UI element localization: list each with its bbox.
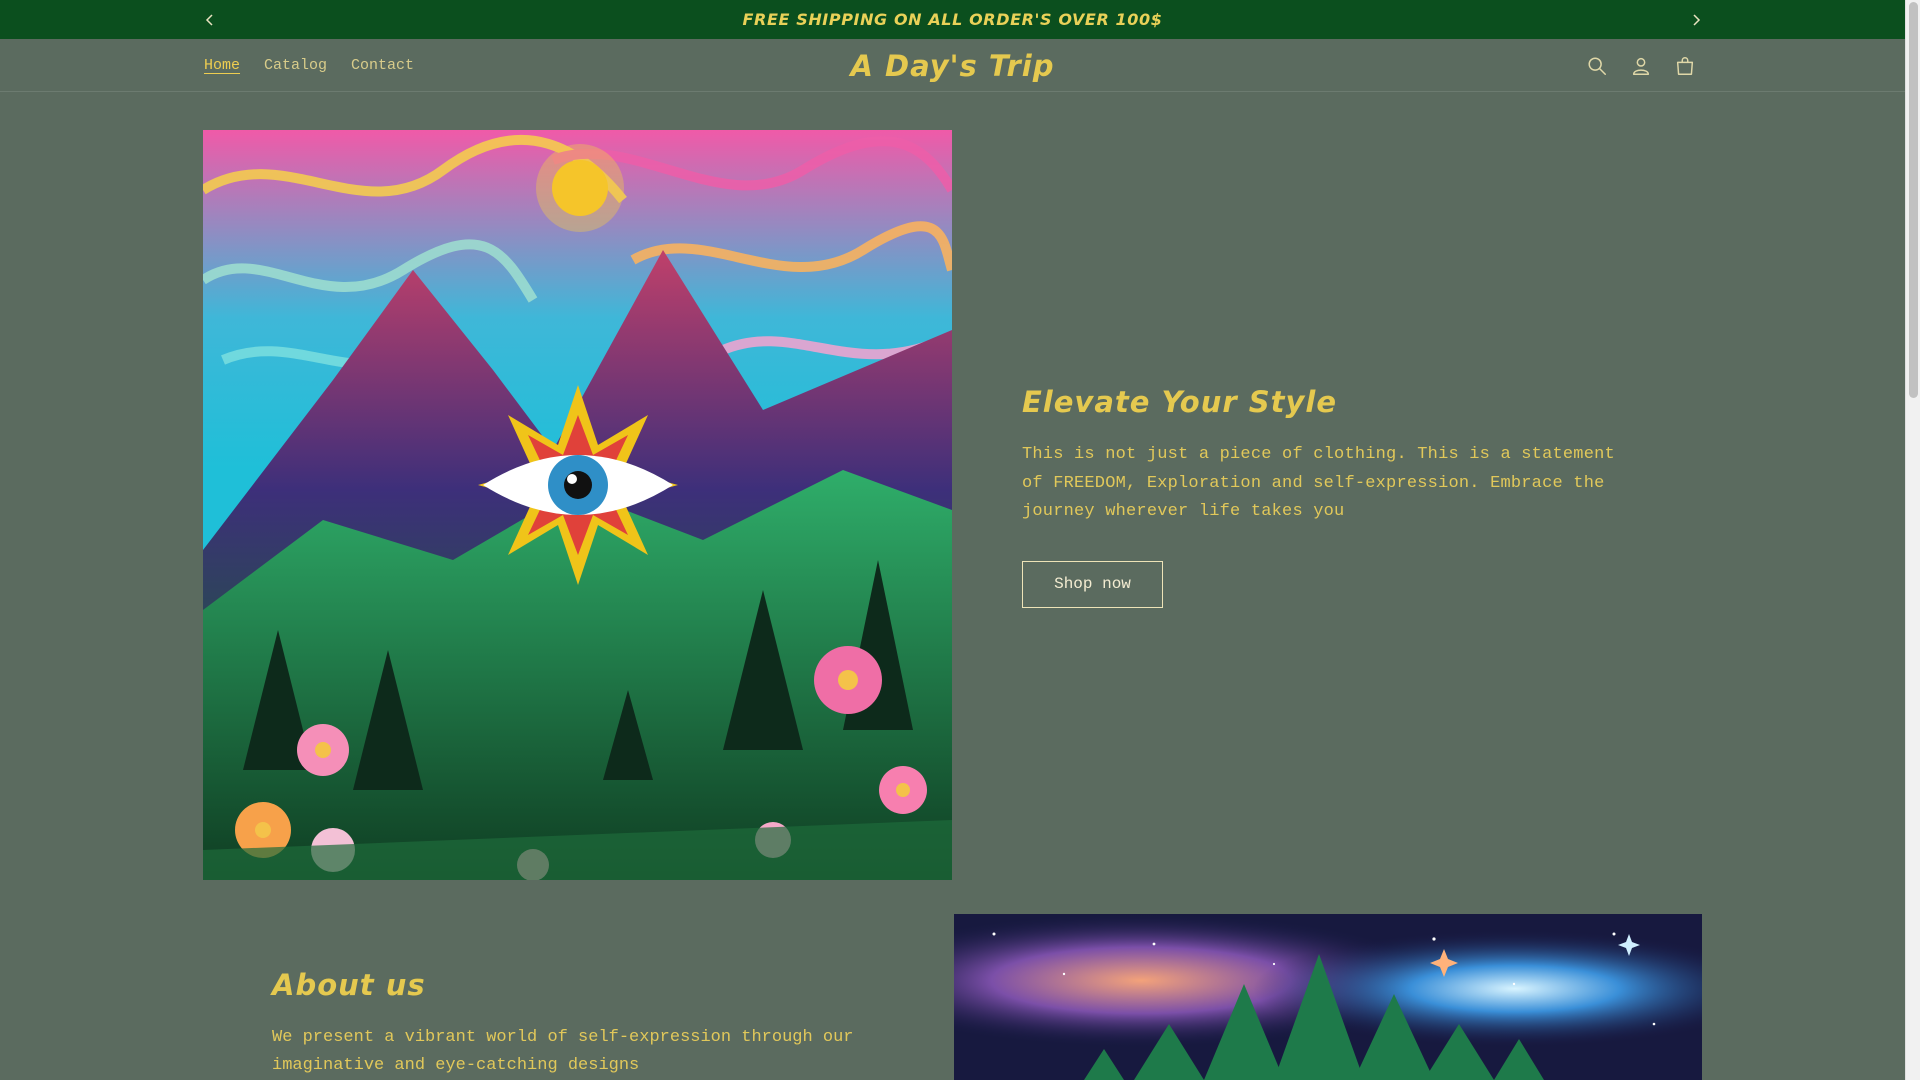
- account-button[interactable]: [1619, 44, 1663, 88]
- nav-catalog[interactable]: Catalog: [252, 57, 339, 74]
- site-logo[interactable]: A Day's Trip: [850, 49, 1054, 83]
- announcement-bar: FREE SHIPPING ON ALL ORDER'S OVER 100$: [0, 0, 1905, 39]
- about-image: [954, 914, 1702, 1080]
- announcement-prev-button[interactable]: [195, 0, 225, 39]
- hero-title: Elevate Your Style: [1022, 385, 1338, 419]
- about-title: About us: [272, 968, 426, 1002]
- cart-button[interactable]: [1663, 44, 1707, 88]
- hero-content: Elevate Your Style This is not just a pi…: [1022, 385, 1622, 608]
- announcement-next-button[interactable]: [1681, 0, 1711, 39]
- site-header: Home Catalog Contact A Day's Trip: [0, 39, 1905, 92]
- nav-home[interactable]: Home: [192, 57, 252, 74]
- hero-description: This is not just a piece of clothing. Th…: [1022, 445, 1615, 521]
- account-icon: [1632, 57, 1650, 75]
- about-content: About us We present a vibrant world of s…: [272, 968, 912, 1080]
- galaxy-pine-forest-artwork: [954, 914, 1702, 1080]
- page-scrollbar[interactable]: [1905, 0, 1920, 1080]
- hero-image: [203, 130, 952, 880]
- scrollbar-thumb[interactable]: [1909, 2, 1918, 398]
- nav-contact[interactable]: Contact: [339, 57, 426, 74]
- search-icon: [1588, 56, 1606, 75]
- search-button[interactable]: [1575, 44, 1619, 88]
- chevron-left-icon: [205, 13, 213, 26]
- cart-icon: [1676, 56, 1694, 75]
- chevron-right-icon: [1693, 13, 1701, 26]
- about-description: We present a vibrant world of self-expre…: [272, 1028, 854, 1075]
- shop-now-button[interactable]: Shop now: [1022, 560, 1163, 608]
- psychedelic-mountain-eye-artwork: [203, 130, 952, 880]
- main-nav: Home Catalog Contact: [192, 39, 426, 92]
- header-icons: [1575, 39, 1707, 92]
- announcement-text: FREE SHIPPING ON ALL ORDER'S OVER 100$: [742, 10, 1163, 29]
